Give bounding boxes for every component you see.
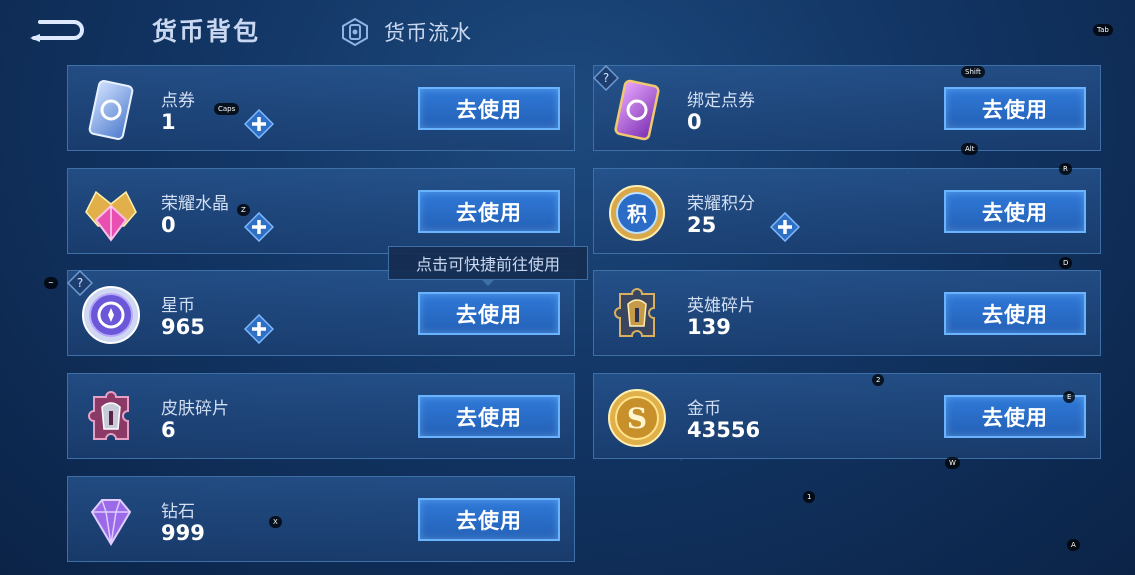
glory-crystal-icon (85, 190, 137, 242)
currency-card-skin-fragment: 皮肤碎片 6 去使用 (67, 373, 575, 459)
currency-card-star-coin: ? 星币 965 去使用 (67, 270, 575, 356)
diamond-icon (90, 499, 132, 546)
currency-value: 43556 (687, 418, 761, 442)
skin-fragment-icon (88, 391, 129, 440)
key-hint: X (269, 516, 282, 528)
top-bar: 货币背包 货币流水 (0, 0, 1135, 62)
currency-name: 钻石 (161, 502, 195, 522)
use-button[interactable]: 去使用 (418, 87, 560, 130)
hero-fragment-icon (614, 288, 655, 337)
svg-text:积: 积 (627, 202, 647, 226)
svg-text:S: S (627, 402, 647, 435)
currency-name: 金币 (687, 399, 721, 419)
currency-flow-icon (342, 17, 368, 47)
add-ticket-button[interactable] (244, 109, 274, 139)
currency-card-glory-points: 积 荣耀积分 25 去使用 (593, 168, 1101, 254)
key-hint: Shift (961, 66, 985, 78)
currency-card-ticket: 点券 1 去使用 (67, 65, 575, 151)
currency-card-glory-crystal: 荣耀水晶 0 去使用 (67, 168, 575, 254)
currency-card-diamond: 钻石 999 去使用 (67, 476, 575, 562)
key-hint: ~ (44, 277, 58, 289)
currency-name: 荣耀积分 (687, 194, 755, 214)
currency-value: 999 (161, 521, 205, 545)
use-button[interactable]: 去使用 (418, 292, 560, 335)
currency-value: 25 (687, 213, 717, 237)
use-button[interactable]: 去使用 (944, 87, 1086, 130)
star-coin-icon (82, 286, 140, 344)
key-hint: W (945, 457, 960, 469)
use-button[interactable]: 去使用 (418, 498, 560, 541)
key-hint: Tab (1093, 24, 1113, 36)
add-glory-crystal-button[interactable] (244, 212, 274, 242)
key-hint: A (1067, 539, 1080, 551)
use-button[interactable]: 去使用 (418, 190, 560, 233)
add-star-coin-button[interactable] (244, 314, 274, 344)
currency-value: 0 (161, 213, 176, 237)
key-hint: Alt (961, 143, 979, 155)
currency-name: 绑定点券 (687, 91, 755, 111)
use-button[interactable]: 去使用 (418, 395, 560, 438)
currency-value: 965 (161, 315, 205, 339)
use-button[interactable]: 去使用 (944, 190, 1086, 233)
quick-use-tooltip: 点击可快捷前往使用 (388, 246, 588, 286)
key-hint: R (1059, 163, 1072, 175)
currency-value: 0 (687, 110, 702, 134)
currency-value: 1 (161, 110, 176, 134)
currency-value: 6 (161, 418, 176, 442)
currency-name: 皮肤碎片 (161, 399, 229, 419)
use-button[interactable]: 去使用 (944, 292, 1086, 335)
page-title: 货币背包 (152, 17, 261, 46)
currency-flow-tab[interactable]: 货币流水 (340, 14, 472, 50)
gold-coin-icon: S (608, 389, 666, 447)
ticket-icon (88, 79, 134, 141)
currency-value: 139 (687, 315, 731, 339)
add-glory-points-button[interactable] (770, 212, 800, 242)
currency-flow-label: 货币流水 (384, 21, 472, 45)
key-hint: Caps (214, 103, 240, 115)
currency-card-gold-coin: S 金币 43556 去使用 (593, 373, 1101, 459)
currency-name: 英雄碎片 (687, 296, 755, 316)
currency-name: 点券 (161, 91, 195, 111)
key-hint: Z (237, 204, 250, 216)
back-button[interactable] (26, 14, 90, 44)
currency-card-hero-fragment: 英雄碎片 139 去使用 (593, 270, 1101, 356)
currency-name: 星币 (161, 296, 195, 316)
glory-points-icon: 积 (609, 185, 665, 241)
currency-name: 荣耀水晶 (161, 194, 229, 214)
currency-card-bound-ticket: ? 绑定点券 0 去使用 (593, 65, 1101, 151)
back-arrow-icon (30, 20, 84, 42)
bound-ticket-icon (614, 79, 660, 141)
